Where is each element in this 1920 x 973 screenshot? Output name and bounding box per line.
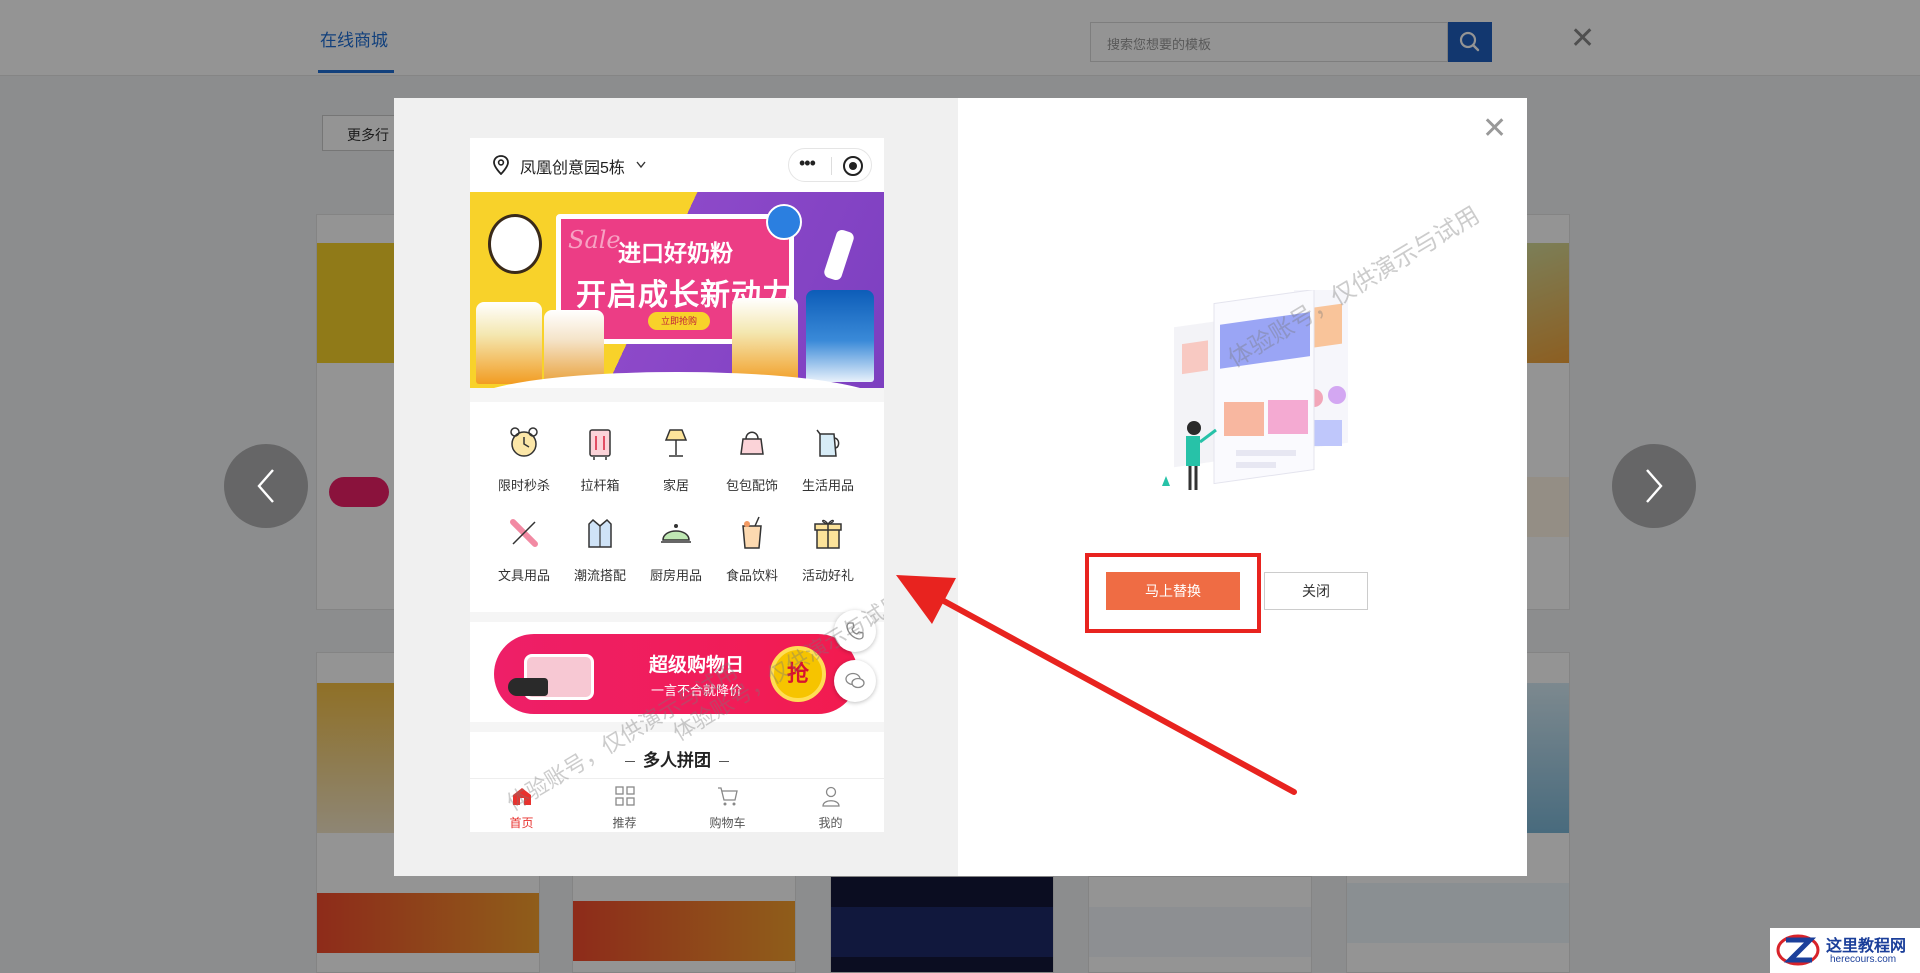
phone-icon [846, 622, 864, 640]
milk-bottle-image [822, 228, 856, 282]
promo-subtitle: 一言不合就降价 [651, 683, 743, 698]
category-flash-sale[interactable]: 限时秒杀 [486, 424, 562, 494]
location-label[interactable]: 凤凰创意园5栋 [520, 154, 625, 178]
phone-tab-bar: 首页 推荐 购物车 我的 [470, 778, 884, 832]
tab-label: 我的 [818, 816, 843, 830]
tab-label: 推荐 [612, 816, 637, 830]
more-dots-icon[interactable]: ••• [799, 153, 816, 174]
site-logo: 这里教程网 herecours.com [1770, 928, 1920, 973]
milk-can-image [476, 302, 542, 384]
group-buy-title: 多人拼团 [470, 746, 884, 771]
user-icon [821, 786, 840, 807]
site-logo-cn: 这里教程网 [1826, 936, 1907, 955]
mascot-image [488, 214, 542, 274]
cloche-icon [661, 524, 691, 543]
luggage-icon [589, 429, 611, 460]
highlight-annotation-box [1085, 553, 1261, 633]
category-label: 生活用品 [801, 478, 854, 493]
template-illustration [1162, 290, 1348, 490]
modal-close-icon[interactable]: ✕ [1482, 114, 1507, 144]
close-target-icon[interactable] [843, 156, 863, 176]
cart-icon [717, 787, 738, 806]
chevron-down-icon[interactable] [636, 161, 646, 169]
kettle-icon [816, 429, 840, 457]
close-button[interactable]: 关闭 [1264, 572, 1368, 610]
shoe-image [508, 678, 548, 696]
banner-headline: 进口好奶粉 [618, 240, 733, 266]
category-bags[interactable]: 包包配饰 [714, 424, 790, 494]
category-label: 包包配饰 [725, 478, 778, 493]
mini-program-capsule[interactable]: ••• [788, 148, 872, 182]
preview-pane: 凤凰创意园5栋 ••• Sale 进口好奶粉 开启成长新动力 立即抢购 限时秒杀… [394, 98, 958, 876]
category-label: 活动好礼 [801, 568, 854, 583]
category-label: 限时秒杀 [497, 478, 550, 493]
grab-badge[interactable]: 抢 [770, 646, 826, 702]
gift-icon [814, 519, 842, 549]
tab-label: 首页 [509, 816, 534, 830]
drink-icon [742, 516, 762, 549]
prev-template-button[interactable] [224, 444, 308, 528]
tab-mine[interactable]: 我的 [779, 785, 882, 831]
category-gifts[interactable]: 活动好礼 [790, 514, 866, 584]
capsule-divider [831, 157, 832, 175]
promo-panel: 超级购物日 一言不合就降价 抢 [470, 622, 884, 722]
quality-seal-image [766, 204, 802, 240]
title-dash [625, 761, 635, 763]
chevron-left-icon [257, 469, 274, 503]
category-stationery[interactable]: 文具用品 [486, 514, 562, 584]
category-label: 家居 [662, 478, 689, 493]
location-pin-icon [493, 155, 509, 175]
phone-header: 凤凰创意园5栋 ••• [470, 138, 884, 192]
category-grid: 限时秒杀 拉杆箱 家居 包包配饰 生活用品 文具用品 潮流搭配 厨房用品 食品饮… [470, 402, 884, 612]
phone-call-button[interactable] [834, 610, 876, 652]
category-kitchen[interactable]: 厨房用品 [638, 514, 714, 584]
tab-cart[interactable]: 购物车 [676, 785, 779, 831]
shirt-icon [588, 518, 612, 548]
category-label: 拉杆箱 [580, 478, 620, 493]
handbag-icon [740, 431, 764, 455]
template-preview-modal: 凤凰创意园5栋 ••• Sale 进口好奶粉 开启成长新动力 立即抢购 限时秒杀… [394, 98, 1527, 876]
site-logo-en: herecours.com [1830, 954, 1897, 965]
banner-buy-button[interactable]: 立即抢购 [648, 312, 710, 330]
lamp-icon [664, 429, 688, 457]
category-label: 厨房用品 [649, 568, 702, 583]
banner-sale-text: Sale [568, 226, 621, 254]
home-icon [512, 788, 531, 805]
chat-icon [845, 672, 865, 689]
category-home[interactable]: 家居 [638, 424, 714, 494]
promo-title: 超级购物日 [649, 655, 745, 676]
grid-icon [614, 786, 635, 806]
stationery-icon [510, 519, 538, 547]
category-label: 潮流搭配 [573, 568, 626, 583]
category-luggage[interactable]: 拉杆箱 [562, 424, 638, 494]
tab-recommend[interactable]: 推荐 [573, 785, 676, 831]
group-buy-title-text: 多人拼团 [643, 751, 711, 770]
z-logo-icon [1776, 934, 1820, 966]
category-food-drinks[interactable]: 食品饮料 [714, 514, 790, 584]
promo-banner[interactable]: Sale 进口好奶粉 开启成长新动力 立即抢购 [470, 192, 884, 388]
milk-can-image [732, 298, 798, 384]
phone-preview: 凤凰创意园5栋 ••• Sale 进口好奶粉 开启成长新动力 立即抢购 限时秒杀… [470, 138, 884, 832]
shopping-day-banner[interactable]: 超级购物日 一言不合就降价 抢 [494, 634, 858, 714]
alarm-clock-icon [510, 427, 538, 457]
chevron-right-icon [1646, 469, 1663, 503]
tab-home[interactable]: 首页 [470, 785, 573, 831]
category-label: 食品饮料 [725, 568, 778, 583]
wechat-service-button[interactable] [834, 660, 876, 702]
milk-can-image [806, 290, 874, 382]
category-label: 文具用品 [497, 568, 550, 583]
category-fashion[interactable]: 潮流搭配 [562, 514, 638, 584]
tab-label: 购物车 [709, 816, 746, 830]
title-dash [719, 761, 729, 763]
milk-can-image [544, 310, 604, 384]
category-daily-goods[interactable]: 生活用品 [790, 424, 866, 494]
next-template-button[interactable] [1612, 444, 1696, 528]
